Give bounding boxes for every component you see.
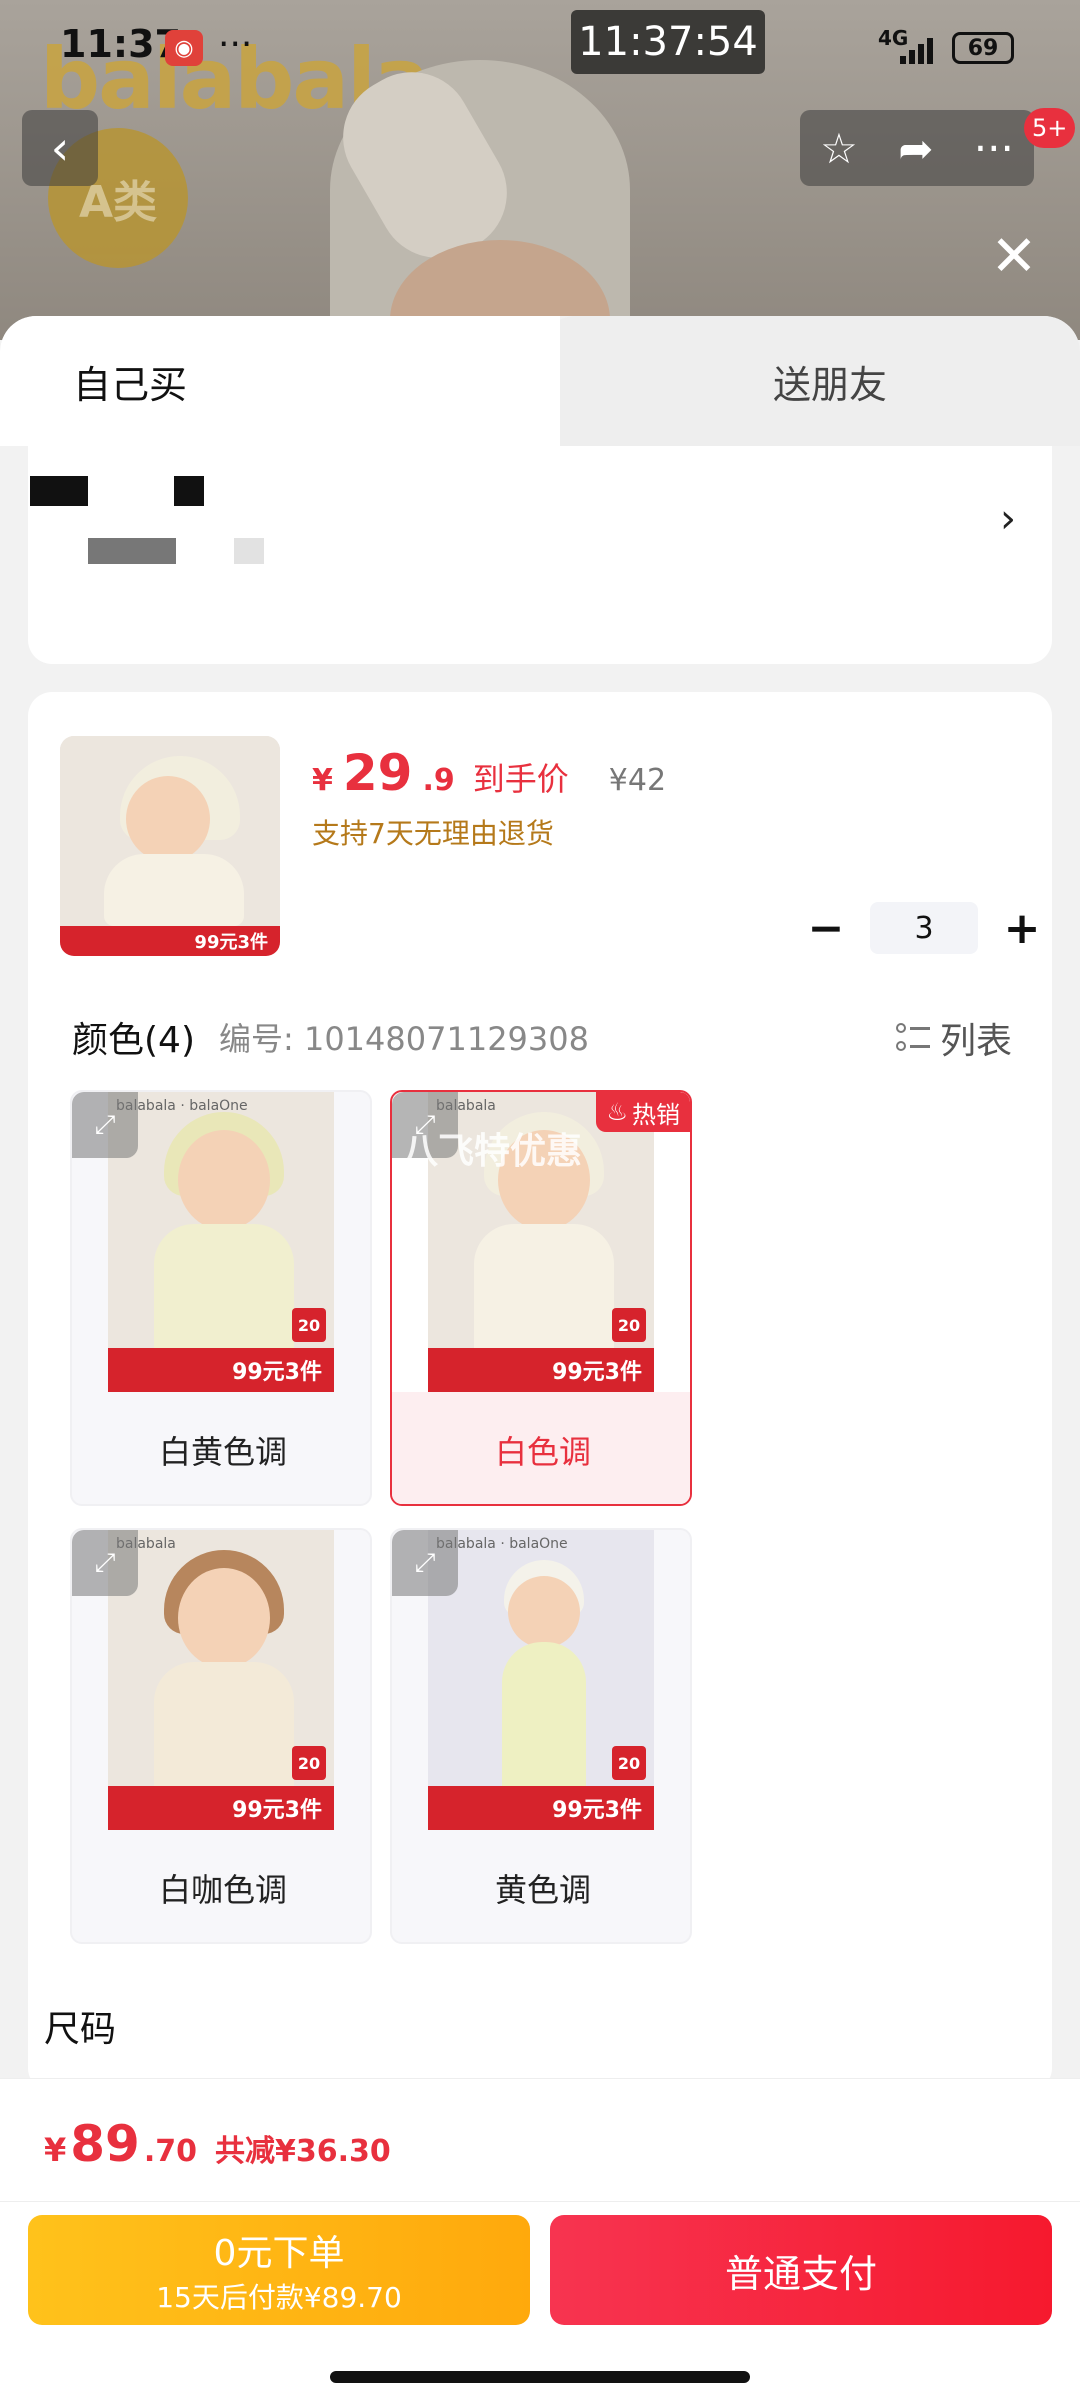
tab-label: 送朋友 — [772, 362, 887, 407]
screen-clock: 11:37:54 — [571, 10, 765, 74]
promo-banner: 99元3件 — [428, 1348, 654, 1392]
tab-buy-self[interactable]: 自己买 — [0, 316, 560, 446]
swatch-image: balabala · balaOne 20 99元3件 — [428, 1530, 654, 1830]
pay-later-button[interactable]: 0元下单 15天后付款¥89.70 — [28, 2215, 530, 2325]
share-icon[interactable]: ➦ — [898, 124, 933, 173]
swatch-label: 白咖色调 — [158, 1871, 287, 1909]
final-price-label: 到手价 — [472, 760, 569, 798]
hot-sale-tag: ♨ 热销 — [596, 1092, 690, 1132]
list-icon — [895, 1021, 930, 1055]
promo-badge: 20 — [612, 1308, 646, 1342]
redacted-name — [30, 476, 88, 506]
promo-badge: 20 — [292, 1308, 326, 1342]
app-notification-icon: ◉ — [165, 30, 203, 66]
expand-icon[interactable]: ⤢ — [392, 1530, 458, 1596]
plus-button[interactable]: + — [994, 900, 1050, 956]
home-indicator[interactable] — [330, 2371, 750, 2383]
pay-later-label: 0元下单 — [213, 2233, 345, 2274]
size-title: 尺码 — [44, 2009, 117, 2050]
price-integer: 29 — [342, 744, 413, 802]
nav-actions: ☆ ➦ ··· — [800, 110, 1034, 186]
redacted-phone — [174, 476, 204, 506]
chevron-left-icon: ‹ — [50, 121, 70, 175]
star-icon[interactable]: ☆ — [820, 124, 858, 173]
price-row: ¥ 29 .9 到手价 ¥42 — [312, 744, 666, 802]
swatch-image: balabala 20 99元3件 — [108, 1530, 334, 1830]
more-icon[interactable]: ··· — [974, 124, 1014, 173]
promo-banner: 99元3件 — [428, 1786, 654, 1830]
redacted-address-2 — [234, 538, 264, 564]
color-title: 颜色(4) — [72, 1020, 195, 1061]
original-price: ¥42 — [608, 763, 667, 798]
minus-button[interactable]: − — [798, 900, 854, 956]
purchase-tabs: 送朋友 自己买 — [0, 316, 1080, 446]
price-decimal: .9 — [422, 763, 455, 798]
pay-later-sublabel: 15天后付款¥89.70 — [156, 2281, 402, 2314]
product-thumbnail[interactable]: 99元3件 — [60, 736, 280, 956]
promo-badge: 20 — [292, 1746, 326, 1780]
redacted-address — [88, 538, 176, 564]
color-option-white-yellow[interactable]: balabala · balaOne 20 99元3件 ⤢ 白黄色调 — [70, 1090, 372, 1506]
overlay-text: 八飞特优惠 — [402, 1131, 583, 1172]
promo-banner: 99元3件 — [108, 1786, 334, 1830]
total-symbol: ¥ — [44, 2131, 67, 2169]
more-notifications-icon: ··· — [218, 24, 253, 65]
quantity-stepper: − 3 + — [798, 900, 1050, 956]
total-integer: 89 — [70, 2115, 140, 2173]
return-policy: 支持7天无理由退货 — [312, 817, 554, 850]
status-time: 11:37 — [60, 22, 181, 66]
sku-number: 编号: 10148071129308 — [219, 1020, 589, 1058]
total-decimal: .70 — [143, 2134, 198, 2169]
price-symbol: ¥ — [312, 763, 333, 798]
total-price-row: ¥ 89 .70 共减¥36.30 — [44, 2115, 391, 2173]
tab-gift-friend[interactable]: 送朋友 — [540, 316, 1080, 446]
color-header: 颜色(4) 编号: 10148071129308 列表 — [72, 1012, 1012, 1062]
signal-icon — [900, 32, 940, 64]
swatch-image: balabala · balaOne 20 99元3件 — [108, 1092, 334, 1392]
checkout-bar: ¥ 89 .70 共减¥36.30 0元下单 15天后付款¥89.70 普通支付 — [0, 2078, 1080, 2400]
battery-icon: 69 — [952, 32, 1014, 64]
list-view-toggle[interactable]: 列表 — [895, 1012, 1012, 1064]
list-label: 列表 — [939, 1021, 1012, 1062]
product-card: 99元3件 ¥ 29 .9 到手价 ¥42 支持7天无理由退货 − 3 + 颜色… — [28, 692, 1052, 2092]
fire-icon: ♨ — [606, 1098, 628, 1126]
promo-banner: 99元3件 — [108, 1348, 334, 1392]
tab-label: 自己买 — [72, 362, 187, 407]
quantity-input[interactable]: 3 — [870, 902, 978, 954]
back-button[interactable]: ‹ — [22, 110, 98, 186]
expand-icon[interactable]: ⤢ — [72, 1092, 138, 1158]
expand-icon[interactable]: ⤢ — [72, 1530, 138, 1596]
swatch-label: 白黄色调 — [158, 1433, 287, 1471]
total-discount: 共减¥36.30 — [215, 2134, 391, 2169]
chevron-right-icon: › — [1000, 496, 1016, 542]
notification-badge: 5+ — [1024, 108, 1076, 148]
address-card[interactable]: › — [28, 446, 1052, 664]
close-icon[interactable]: ✕ — [984, 224, 1044, 289]
status-bar: 11:37 ◉ ··· 11:37:54 4G 69 — [0, 0, 1080, 95]
pay-now-button[interactable]: 普通支付 — [550, 2215, 1052, 2325]
color-option-yellow[interactable]: balabala · balaOne 20 99元3件 ⤢ 黄色调 — [390, 1528, 692, 1944]
divider — [0, 2201, 1080, 2202]
color-option-white-coffee[interactable]: balabala 20 99元3件 ⤢ 白咖色调 — [70, 1528, 372, 1944]
swatch-label: 黄色调 — [494, 1871, 591, 1909]
color-option-white[interactable]: balabala 20 99元3件 ⤢ 八飞特优惠 ♨ 热销 白色调 — [390, 1090, 692, 1506]
promo-banner: 99元3件 — [60, 926, 280, 956]
promo-badge: 20 — [612, 1746, 646, 1780]
swatch-label: 白色调 — [392, 1392, 690, 1504]
